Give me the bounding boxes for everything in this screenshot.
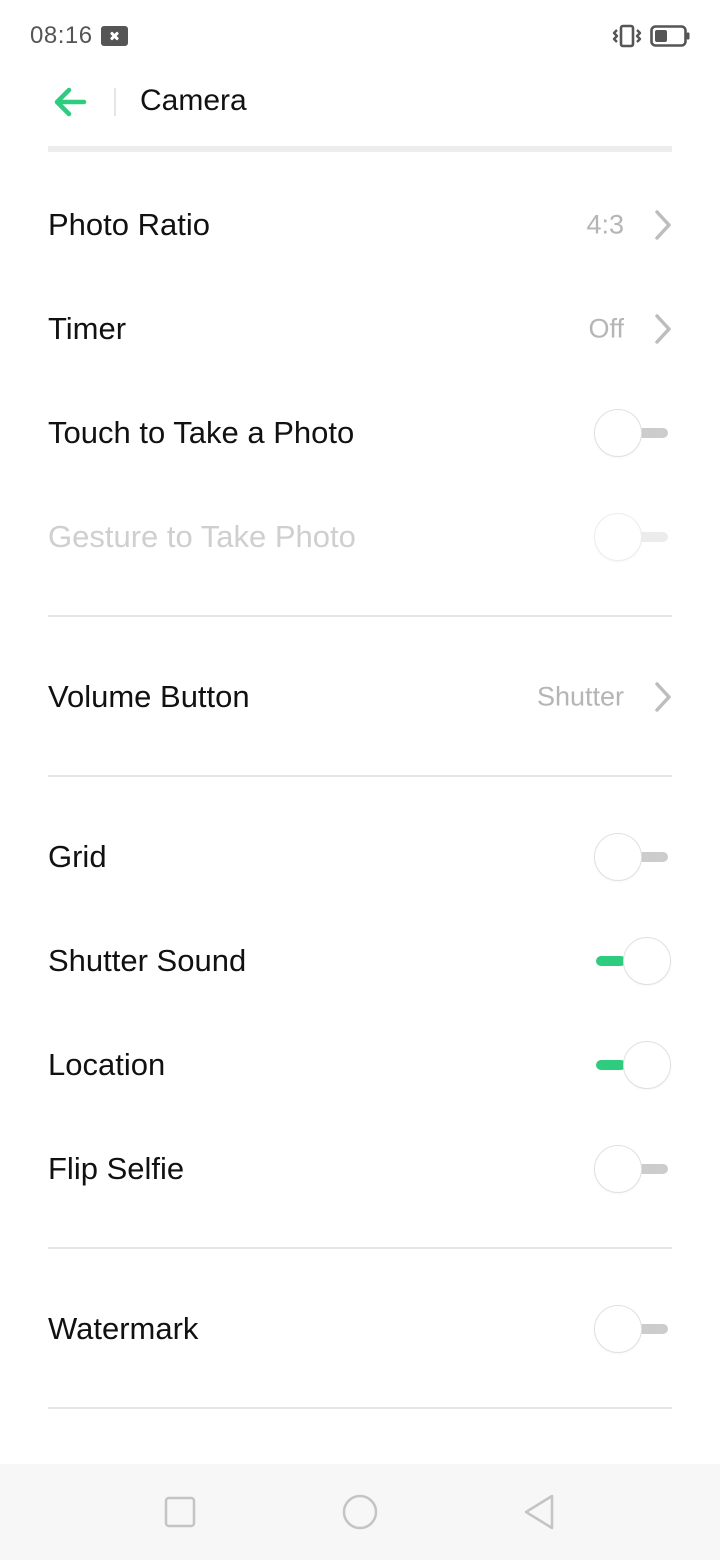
touch-to-take-photo-toggle[interactable] xyxy=(594,408,672,458)
toggle-knob xyxy=(623,937,671,985)
toggle-track xyxy=(638,1164,668,1174)
page-title: Camera xyxy=(140,84,247,117)
location-toggle[interactable] xyxy=(594,1040,672,1090)
setting-watermark: Watermark xyxy=(0,1277,720,1381)
setting-photo-ratio[interactable]: Photo Ratio 4:3 xyxy=(0,173,720,277)
notification-close-icon xyxy=(101,26,128,46)
gesture-to-take-photo-toggle xyxy=(594,512,672,562)
toggle-knob xyxy=(594,1305,642,1353)
grid-toggle[interactable] xyxy=(594,832,672,882)
section-divider xyxy=(48,1247,672,1249)
toggle-knob xyxy=(594,513,642,561)
header-separator xyxy=(48,146,672,152)
section-divider xyxy=(48,1407,672,1409)
setting-value: Off xyxy=(588,313,624,344)
navigation-bar xyxy=(0,1464,720,1560)
setting-label: Flip Selfie xyxy=(48,1151,185,1186)
chevron-right-icon xyxy=(655,210,671,240)
vibrate-icon xyxy=(612,24,642,48)
status-bar: 08:16 xyxy=(0,0,720,72)
toggle-knob xyxy=(623,1041,671,1089)
home-icon[interactable] xyxy=(340,1492,380,1532)
toggle-knob xyxy=(594,833,642,881)
toggle-track xyxy=(638,1324,668,1334)
flip-selfie-toggle[interactable] xyxy=(594,1144,672,1194)
setting-value: 4:3 xyxy=(586,209,624,240)
toggle-track xyxy=(638,852,668,862)
section-divider xyxy=(48,615,672,617)
toggle-track xyxy=(638,428,668,438)
header: Camera xyxy=(0,72,720,148)
setting-label: Watermark xyxy=(48,1311,199,1346)
shutter-sound-toggle[interactable] xyxy=(594,936,672,986)
camera-settings-screen: 08:16 Camera Photo Ratio 4:3 Timer Off T… xyxy=(0,0,720,1560)
setting-grid: Grid xyxy=(0,805,720,909)
back-icon[interactable] xyxy=(520,1492,560,1532)
setting-label: Timer xyxy=(48,311,127,346)
setting-label: Photo Ratio xyxy=(48,207,210,242)
toggle-track xyxy=(596,956,626,966)
chevron-right-icon xyxy=(655,682,671,712)
setting-shutter-sound: Shutter Sound xyxy=(0,909,720,1013)
setting-location: Location xyxy=(0,1013,720,1117)
section-divider xyxy=(48,775,672,777)
watermark-toggle[interactable] xyxy=(594,1304,672,1354)
setting-flip-selfie: Flip Selfie xyxy=(0,1117,720,1221)
setting-label: Touch to Take a Photo xyxy=(48,415,355,450)
setting-timer[interactable]: Timer Off xyxy=(0,277,720,381)
setting-touch-to-take-photo: Touch to Take a Photo xyxy=(0,381,720,485)
toggle-knob xyxy=(594,1145,642,1193)
setting-value: Shutter xyxy=(536,681,624,712)
setting-label: Grid xyxy=(48,839,107,874)
setting-gesture-to-take-photo: Gesture to Take Photo xyxy=(0,485,720,589)
toggle-track xyxy=(638,532,668,542)
setting-volume-button[interactable]: Volume Button Shutter xyxy=(0,645,720,749)
chevron-right-icon xyxy=(655,314,671,344)
battery-icon xyxy=(650,25,690,47)
setting-label: Shutter Sound xyxy=(48,943,247,978)
recent-apps-icon[interactable] xyxy=(160,1492,200,1532)
toggle-track xyxy=(596,1060,626,1070)
back-arrow-icon[interactable] xyxy=(48,82,92,122)
setting-label: Gesture to Take Photo xyxy=(48,519,356,554)
setting-label: Volume Button xyxy=(48,679,250,714)
setting-label: Location xyxy=(48,1047,166,1082)
toggle-knob xyxy=(594,409,642,457)
header-divider xyxy=(114,88,116,116)
status-time: 08:16 xyxy=(30,22,93,49)
